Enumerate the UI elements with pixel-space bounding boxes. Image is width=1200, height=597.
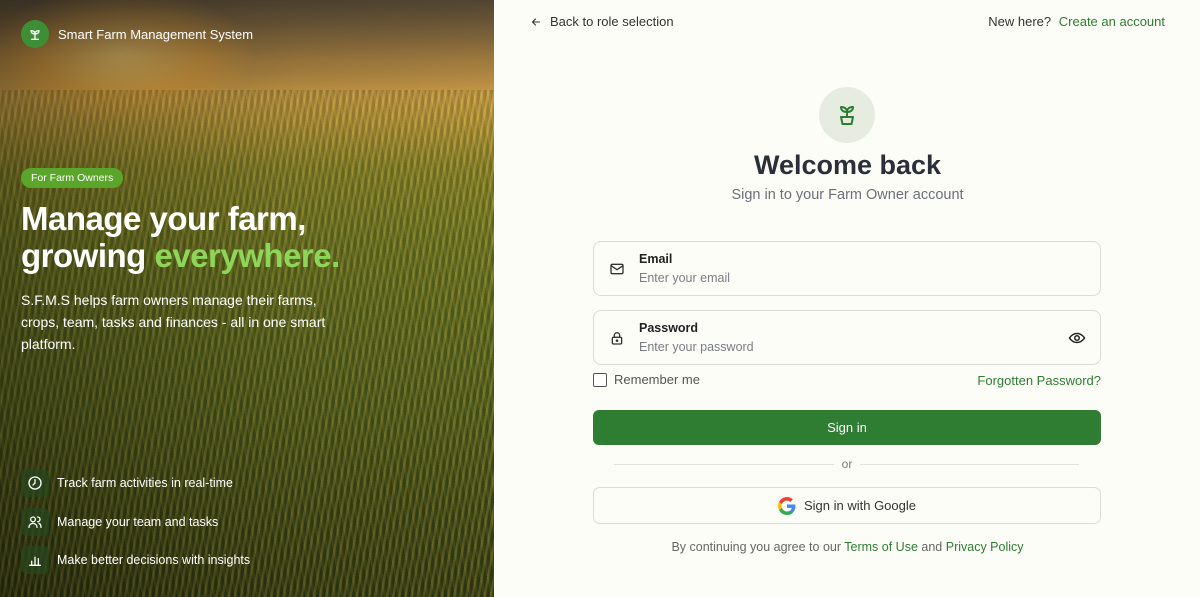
feature-label: Track farm activities in real-time — [57, 476, 233, 490]
terms-of-use-link[interactable]: Terms of Use — [844, 540, 918, 554]
new-here-text: New here? — [988, 14, 1052, 29]
email-input[interactable] — [639, 271, 1039, 285]
email-label: Email — [639, 252, 673, 266]
sign-in-button[interactable]: Sign in — [593, 410, 1101, 445]
remember-me[interactable]: Remember me — [593, 372, 700, 387]
terms-notice: By continuing you agree to our Terms of … — [594, 540, 1101, 554]
signup-prompt: New here? Create an account — [988, 14, 1165, 29]
page-title: Welcome back — [753, 150, 942, 180]
brand-name: Smart Farm Management System — [58, 26, 254, 42]
or-separator: or — [834, 457, 860, 471]
back-to-role-selection-link[interactable]: Back to role selection — [530, 14, 674, 29]
feature-item-track: Track farm activities in real-time — [21, 469, 233, 497]
hero-headline: Manage your farm, growing everywhere. — [21, 200, 340, 274]
feature-item-insights: Make better decisions with insights — [21, 546, 250, 574]
create-account-link[interactable]: Create an account — [1059, 14, 1165, 29]
remember-me-checkbox[interactable] — [593, 372, 607, 387]
headline-accent: everywhere. — [154, 237, 340, 274]
headline-plain: growing — [21, 237, 155, 274]
hero-panel: Smart Farm Management System For Farm Ow… — [0, 0, 494, 597]
lock-icon — [609, 330, 625, 351]
terms-and: and — [917, 540, 946, 554]
terms-prefix: By continuing you agree to our — [671, 540, 845, 554]
remember-me-label: Remember me — [614, 372, 700, 387]
clock-icon — [21, 469, 49, 497]
sprout-logo-icon — [21, 20, 49, 48]
password-input[interactable] — [639, 340, 1039, 354]
back-label: Back to role selection — [550, 14, 674, 29]
brand: Smart Farm Management System — [21, 20, 253, 48]
users-icon — [21, 508, 49, 536]
headline-line-2: growing everywhere. — [21, 237, 340, 274]
password-label: Password — [639, 321, 699, 335]
feature-label: Manage your team and tasks — [57, 515, 219, 529]
mail-icon — [609, 261, 625, 282]
forgot-password-link[interactable]: Forgotten Password? — [977, 373, 1101, 388]
privacy-policy-link[interactable]: Privacy Policy — [946, 540, 1024, 554]
bar-chart-icon — [21, 546, 49, 574]
role-badge: For Farm Owners — [21, 168, 124, 188]
google-sign-in-button[interactable]: Sign in with Google — [593, 487, 1101, 524]
google-icon — [777, 496, 796, 515]
eye-icon[interactable] — [1068, 329, 1086, 352]
hero-description: S.F.M.S helps farm owners manage their f… — [21, 292, 326, 352]
email-field[interactable]: Email — [593, 241, 1101, 296]
page-subtitle: Sign in to your Farm Owner account — [731, 187, 964, 203]
sprout-icon — [819, 87, 875, 143]
arrow-left-icon — [531, 17, 541, 26]
password-field[interactable]: Password — [593, 310, 1101, 365]
headline-line-1: Manage your farm, — [21, 200, 306, 237]
feature-label: Make better decisions with insights — [57, 553, 251, 567]
feature-item-team: Manage your team and tasks — [21, 508, 218, 536]
google-label: Sign in with Google — [803, 498, 916, 513]
